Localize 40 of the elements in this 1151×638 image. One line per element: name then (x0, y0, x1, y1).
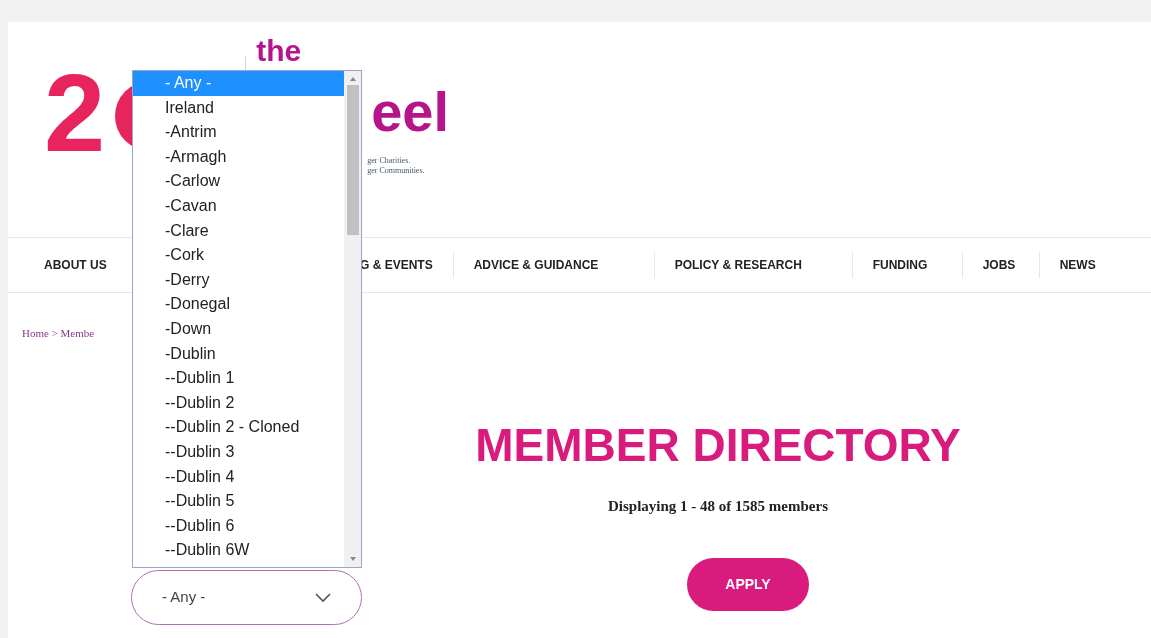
logo-tagline: ger Charities. (367, 156, 412, 166)
dropdown-option[interactable]: -Carlow (133, 169, 344, 194)
nav-link[interactable]: ADVICE & GUIDANCE (473, 256, 634, 274)
scrollbar-thumb[interactable] (346, 85, 359, 235)
nav-link[interactable]: JOBS (982, 256, 1019, 274)
result-count: Displaying 1 - 48 of 1585 members (608, 497, 828, 516)
dropdown-option[interactable]: --Dublin 2 (133, 390, 344, 416)
breadcrumb-link[interactable]: Home > Membe (22, 327, 95, 339)
scroll-up-icon[interactable] (349, 77, 356, 81)
dropdown-option[interactable]: -Clare (133, 218, 344, 244)
dropdown-option[interactable]: --Dublin 1 (133, 366, 344, 391)
apply-button[interactable]: APPLY (687, 557, 809, 611)
dropdown-option[interactable]: --Dublin 4 (133, 464, 344, 490)
logo-wordmark: eel (371, 84, 450, 140)
logo-wordmark: the (256, 36, 303, 66)
dropdown-option[interactable]: -Armagh (133, 144, 344, 170)
nav-link[interactable]: FUNDING (872, 256, 942, 274)
nav-link[interactable]: POLICY & RESEARCH (674, 256, 832, 274)
dropdown-option[interactable]: -Dublin (133, 341, 344, 367)
dropdown-option[interactable]: -Down (133, 316, 344, 342)
page-title: MEMBER DIRECTORY (475, 419, 961, 471)
logo-tagline: ger Communities. (367, 166, 426, 176)
dropdown-option[interactable]: --Dublin 6W (133, 538, 344, 563)
dropdown-option[interactable]: -Cavan (133, 193, 344, 219)
location-select[interactable]: - Any - (131, 570, 362, 625)
nav-link[interactable]: ABOUT US (44, 256, 120, 274)
dropdown-option[interactable]: -Derry (133, 267, 344, 293)
scroll-down-icon[interactable] (349, 557, 356, 561)
dropdown-option[interactable]: --Dublin 6 (133, 513, 344, 539)
dropdown-option[interactable]: Ireland (133, 95, 344, 121)
dropdown-option[interactable]: -Donegal (133, 292, 344, 317)
dropdown-option[interactable]: --Dublin 5 (133, 489, 344, 514)
chevron-down-icon (315, 592, 331, 603)
nav-link[interactable]: NEWS (1059, 256, 1103, 274)
dropdown-option[interactable]: --Dublin 3 (133, 439, 344, 465)
scrollbar[interactable] (344, 71, 361, 567)
dropdown-option[interactable]: --Dublin 2 - Cloned (133, 415, 344, 440)
logo-numeral: 2 (44, 58, 106, 168)
dropdown-option[interactable]: -Antrim (133, 120, 344, 145)
dropdown-option[interactable]: -Cork (133, 243, 344, 268)
